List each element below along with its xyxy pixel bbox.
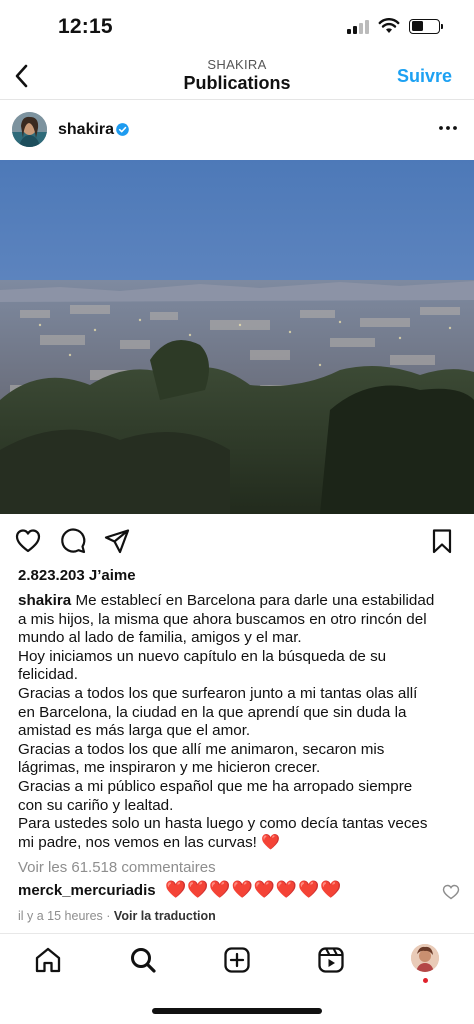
post-username[interactable]: shakira	[58, 121, 114, 139]
caption-line: en Barcelona, la ciudad en la que aprend…	[18, 703, 407, 721]
view-comments-link[interactable]: Voir les 61.518 commentaires	[18, 859, 216, 876]
post-actions	[0, 522, 474, 562]
avatar[interactable]	[12, 112, 47, 147]
post-caption: shakira Me establecí en Barcelona para d…	[18, 592, 458, 852]
home-icon[interactable]	[33, 945, 63, 975]
comment-icon[interactable]	[59, 527, 87, 555]
comment-username[interactable]: merck_mercuriadis	[18, 882, 156, 899]
status-time: 12:15	[58, 15, 113, 38]
caption-line: Gracias a todos los que allí me animaron…	[18, 740, 385, 758]
caption-line: a mis hijos, la misma que ahora buscamos…	[18, 610, 427, 628]
cellular-signal-icon	[347, 18, 369, 34]
status-icons	[347, 18, 443, 34]
home-indicator	[152, 1008, 322, 1014]
caption-line: lágrimas, me inspiraron y me hicieron cr…	[18, 759, 321, 777]
post-photo[interactable]	[0, 160, 474, 514]
profile-avatar[interactable]	[411, 944, 439, 972]
post-time: il y a 15 heures	[18, 909, 103, 923]
caption-line: Gracias a mi público español que me ha a…	[18, 777, 413, 795]
reels-icon[interactable]	[316, 945, 346, 975]
translate-link[interactable]: Voir la traduction	[114, 909, 216, 923]
notification-dot	[423, 978, 428, 983]
verified-badge-icon	[116, 123, 129, 136]
bottom-tab-bar	[0, 933, 474, 989]
battery-icon	[409, 18, 443, 34]
heart-icon[interactable]	[14, 527, 42, 555]
caption-line: mi padre, nos vemos en las curvas! ❤️	[18, 833, 281, 851]
post-header: shakira	[0, 100, 474, 160]
comment-heart-icon[interactable]	[442, 884, 460, 900]
caption-username[interactable]: shakira	[18, 592, 71, 609]
follow-button[interactable]: Suivre	[397, 66, 452, 87]
caption-line: Gracias a todos los que surfearon junto …	[18, 684, 418, 702]
caption-line: con su cariño y lealtad.	[18, 796, 174, 814]
caption-line: Me establecí en Barcelona para darle una…	[75, 592, 435, 609]
caption-line: amistad es más larga que el amor.	[18, 722, 251, 740]
bookmark-icon[interactable]	[428, 527, 456, 555]
status-bar: 12:15	[0, 0, 474, 52]
caption-line: mundo al lado de familia, amigos y el ma…	[18, 629, 302, 647]
caption-line: felicidad.	[18, 666, 78, 684]
search-icon[interactable]	[128, 945, 158, 975]
caption-line: Para ustedes solo un hasta luego y como …	[18, 815, 428, 833]
post-meta: il y a 15 heures · Voir la traduction	[18, 909, 216, 923]
wifi-icon	[378, 18, 400, 33]
top-comment: merck_mercuriadis ❤️❤️❤️❤️❤️❤️❤️❤️	[18, 880, 341, 899]
likes-count[interactable]: 2.823.203 J’aime	[18, 567, 136, 584]
caption-line: Hoy iniciamos un nuevo capítulo en la bú…	[18, 647, 387, 665]
send-icon[interactable]	[103, 527, 131, 555]
create-icon[interactable]	[222, 945, 252, 975]
barcelona-landscape-image	[0, 160, 474, 514]
meta-separator: ·	[106, 909, 111, 923]
comment-text: ❤️❤️❤️❤️❤️❤️❤️❤️	[165, 880, 343, 899]
navigation-header: SHAKIRA Publications Suivre	[0, 52, 474, 100]
more-horizontal-icon[interactable]	[438, 118, 458, 138]
